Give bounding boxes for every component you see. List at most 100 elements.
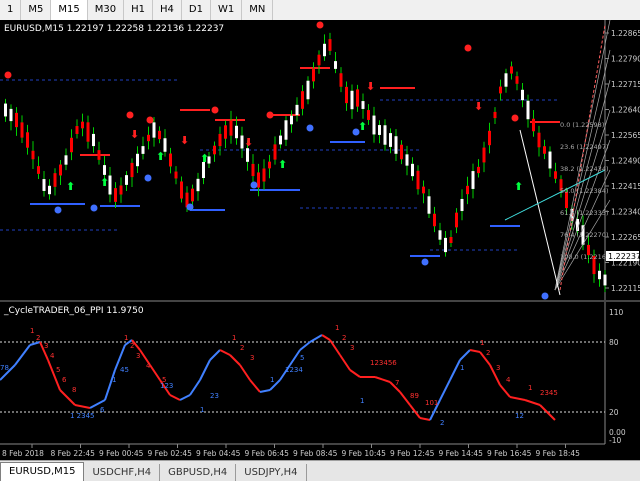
candle-bear [312,68,315,82]
sell-arrow-icon: ⬇ [366,80,375,93]
timeframe-button-h1[interactable]: H1 [124,0,153,20]
candle-bull [438,230,442,240]
time-label: 9 Feb 02:45 [148,449,193,458]
fib-level-label: 76.4 (1.22270) [560,231,609,239]
candle-bull [290,115,293,125]
symbol-tab[interactable]: USDCHF,H4 [84,464,161,481]
cycle-count-number: 8 [72,386,76,394]
time-label: 9 Feb 16:45 [487,449,532,458]
indicator-scale-label: -10 [609,436,621,445]
candle-bear [416,170,420,190]
symbol-tab[interactable]: USDJPY,H4 [236,464,307,481]
candle-bear [433,213,436,227]
timeframe-button-m30[interactable]: M30 [88,0,125,20]
candle-bull [389,133,392,147]
timeframe-button-mn[interactable]: MN [242,0,274,20]
candle-bear [328,39,332,51]
cycle-count-number: 1 [335,324,339,332]
candle-bull [383,125,387,145]
cycle-count-number: 89 [410,392,419,400]
candle-bear [356,89,359,107]
price-label: 1.22790 [611,55,640,64]
candle-bull [4,103,7,117]
sell-dot [211,106,219,114]
indicator-scale-label: 20 [609,408,619,417]
time-label: 9 Feb 06:45 [245,449,290,458]
candle-bull [361,101,365,109]
candle-bear [169,153,172,167]
cycle-count-number: 3 [44,342,48,350]
candle-bear [130,162,134,178]
candle-bear [31,150,35,160]
candle-bear [147,134,150,142]
candle-bear [224,125,227,139]
candle-bull [152,122,156,138]
price-label: 1.22415 [611,182,640,191]
buy-dot [541,292,549,300]
timeframe-button-w1[interactable]: W1 [211,0,243,20]
current-price-label: 1.22237 [608,252,640,261]
buy-arrow-icon: ⬆ [278,158,287,171]
timeframe-button-d1[interactable]: D1 [182,0,211,20]
candle-bull [246,148,249,162]
cycle-count-number: 3 [250,354,254,362]
symbol-tab[interactable]: GBPUSD,H4 [160,464,237,481]
time-label: 9 Feb 04:45 [196,449,241,458]
time-label: 9 Feb 14:45 [439,449,484,458]
candle-bull [235,125,238,139]
candle-bear [455,212,458,228]
candle-bull [471,171,475,189]
sell-arrow-icon: ⬇ [474,100,483,113]
candle-bull [548,151,552,169]
cycle-count-number: 2 [36,334,40,342]
candle-bear [262,168,266,182]
cycle-count-number: 1 [460,364,464,372]
candle-bear [158,130,161,140]
cycle-count-number: 123456 [370,359,397,367]
candle-bull [9,108,13,122]
candle-bull [92,133,95,147]
cycle-count-number: 7 [395,379,399,387]
cycle-count-number: 4 [506,376,511,384]
candle-bull [279,135,282,145]
cycle-count-number: 1234 [285,366,303,374]
candle-bull [603,274,607,286]
cycle-count-number: 2 [440,419,444,427]
sell-dot [511,114,519,122]
candle-bull [125,175,128,185]
price-label: 1.22565 [611,131,640,140]
candle-bear [554,171,557,179]
cycle-count-number: 1 2345 [70,412,95,420]
timeframe-button-h4[interactable]: H4 [153,0,182,20]
sell-arrow-icon: ⬇ [130,128,139,141]
timeframe-button-m5[interactable]: M5 [21,0,52,20]
candle-bull [405,154,409,166]
candle-bear [119,185,123,195]
time-label: 8 Feb 2018 [2,449,44,458]
candle-bear [70,137,73,153]
buy-dot [54,206,62,214]
price-label: 1.22340 [611,208,640,217]
cycle-count-number: 123 [160,382,173,390]
candle-bull [323,43,326,57]
candle-bear [301,91,304,109]
fib-level-label: 50.0 (1.22384) [560,187,609,195]
timeframe-button-m15[interactable]: M15 [51,0,88,20]
buy-arrow-icon: ⬆ [100,176,109,189]
timeframe-button-1[interactable]: 1 [0,0,22,20]
cycle-count-number: 23 [210,392,219,400]
time-label: 9 Feb 18:45 [536,449,581,458]
candle-bear [20,122,24,138]
time-label: 8 Feb 22:45 [51,449,96,458]
candle-bull [444,237,447,253]
symbol-tab[interactable]: EURUSD,M15 [0,462,85,481]
candle-bear [191,188,194,202]
candle-bear [543,146,546,154]
candle-bear [229,120,233,136]
price-label: 1.22115 [611,284,640,293]
candle-bear [268,161,271,169]
indicator-scale-label: 110 [609,308,624,317]
fib-level-label: 38.2 (1.22434) [560,165,609,173]
candle-bear [466,185,469,195]
chart-area[interactable]: ⬆ ⬆ ⬆ ⬆ ⬆ ⬆ ⬆ ⬇ ⬇ ⬇ ⬇ ⬇ 0.0 (1.22598) 23.6 (1.22497)… [0,20,640,460]
